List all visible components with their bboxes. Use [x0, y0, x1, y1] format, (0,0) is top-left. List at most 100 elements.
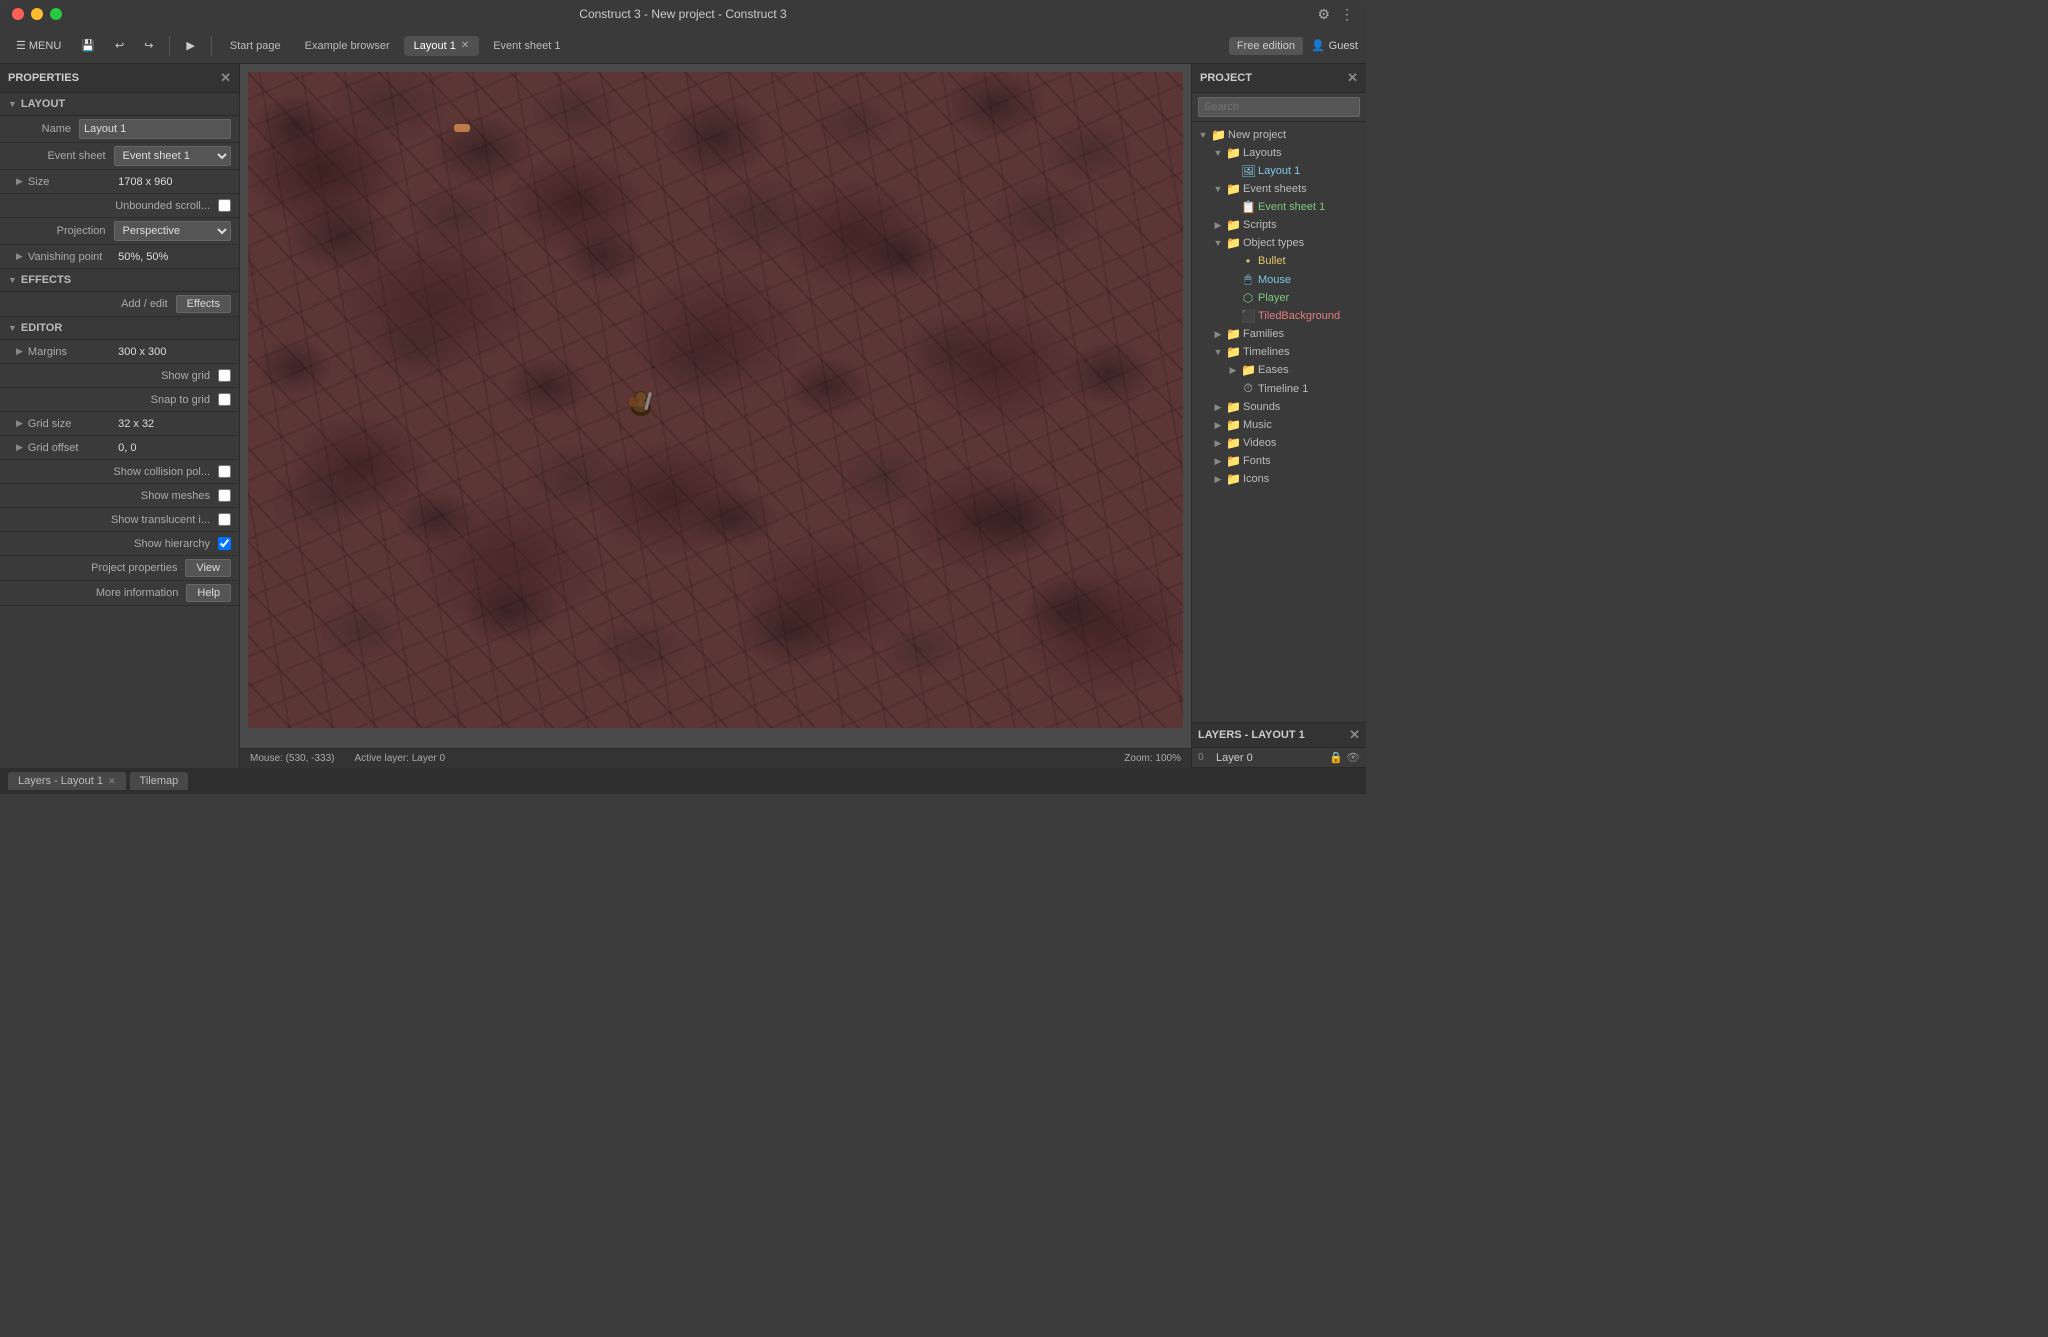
vanishing-expand-icon[interactable]: ▶: [16, 251, 23, 262]
effects-section-header[interactable]: ▼ EFFECTS: [0, 269, 239, 292]
prop-more-info-row: More information Help: [0, 581, 239, 606]
tree-item-tiled-background[interactable]: ⬛ TiledBackground: [1192, 307, 1366, 325]
tree-item-layouts[interactable]: ▼ 📁 Layouts: [1192, 144, 1366, 162]
redo-button[interactable]: ↪: [136, 36, 161, 55]
unbounded-scroll-checkbox[interactable]: [218, 199, 231, 212]
tree-item-scripts[interactable]: ▶ 📁 Scripts: [1192, 216, 1366, 234]
tab-start-page[interactable]: Start page: [220, 36, 291, 56]
undo-button[interactable]: ↩: [107, 36, 132, 55]
tree-item-timelines[interactable]: ▼ 📁 Timelines: [1192, 343, 1366, 361]
properties-close-icon[interactable]: ✕: [220, 70, 231, 86]
bullet-icon: •: [1241, 254, 1255, 268]
tree-item-event-sheets[interactable]: ▼ 📁 Event sheets: [1192, 180, 1366, 198]
tree-item-videos[interactable]: ▶ 📁 Videos: [1192, 434, 1366, 452]
layers-panel: LAYERS - LAYOUT 1 ✕ 0 Layer 0 🔒 👁: [1192, 722, 1366, 768]
maximize-button[interactable]: [50, 8, 62, 20]
prop-unbounded-row: Unbounded scroll...: [0, 194, 239, 218]
name-input[interactable]: [79, 119, 231, 139]
margins-expand-icon[interactable]: ▶: [16, 346, 23, 357]
tab-event-sheet-1[interactable]: Event sheet 1: [483, 36, 570, 56]
folder-icon: 📁: [1226, 345, 1240, 359]
tab-example-browser[interactable]: Example browser: [295, 36, 400, 56]
chevron-right-icon: ▶: [1228, 365, 1238, 376]
grid-size-expand-icon[interactable]: ▶: [16, 418, 23, 429]
play-button[interactable]: ▶: [178, 36, 202, 55]
tree-item-player[interactable]: ⬡ Player: [1192, 289, 1366, 307]
layout-section-header[interactable]: ▼ LAYOUT: [0, 93, 239, 116]
prop-show-translucent-row: Show translucent i...: [0, 508, 239, 532]
folder-icon: 📁: [1226, 454, 1240, 468]
guest-button[interactable]: 👤 Guest: [1311, 39, 1358, 52]
snap-to-grid-checkbox[interactable]: [218, 393, 231, 406]
folder-icon: 📁: [1226, 472, 1240, 486]
tree-item-music[interactable]: ▶ 📁 Music: [1192, 416, 1366, 434]
tree-item-timeline-1[interactable]: ⏱ Timeline 1: [1192, 379, 1366, 398]
close-button[interactable]: [12, 8, 24, 20]
menu-button[interactable]: ☰ MENU: [8, 36, 69, 55]
free-edition-button[interactable]: Free edition: [1229, 37, 1303, 55]
lock-icon[interactable]: 🔒: [1329, 751, 1343, 764]
folder-icon: 📁: [1226, 218, 1240, 232]
tab-layout-1[interactable]: Layout 1 ✕: [404, 36, 480, 56]
show-translucent-checkbox[interactable]: [218, 513, 231, 526]
layers-close-icon[interactable]: ✕: [1349, 727, 1360, 743]
app-bottom-bar: Layers - Layout 1 ✕ Tilemap: [0, 768, 1366, 794]
tree-item-families[interactable]: ▶ 📁 Families: [1192, 325, 1366, 343]
tree-item-bullet[interactable]: • Bullet: [1192, 252, 1366, 270]
tree-item-layout-1[interactable]: 🖼 Layout 1: [1192, 162, 1366, 180]
bottom-tab-close-icon[interactable]: ✕: [108, 776, 116, 787]
mouse-icon: 🖱: [1241, 272, 1255, 287]
prop-margins-row: ▶ Margins 300 x 300: [0, 340, 239, 364]
folder-icon: 📁: [1226, 436, 1240, 450]
show-meshes-checkbox[interactable]: [218, 489, 231, 502]
chevron-right-icon: ▶: [1213, 438, 1223, 449]
folder-icon: 📁: [1226, 146, 1240, 160]
tree-item-object-types[interactable]: ▼ 📁 Object types: [1192, 234, 1366, 252]
canvas-statusbar: Mouse: (530, -333) Active layer: Layer 0…: [240, 748, 1191, 768]
search-input[interactable]: [1198, 97, 1360, 117]
projection-select[interactable]: Perspective: [114, 221, 231, 241]
minimize-button[interactable]: [31, 8, 43, 20]
tree-item-mouse[interactable]: 🖱 Mouse: [1192, 270, 1366, 289]
settings-icon[interactable]: ⚙: [1317, 6, 1330, 23]
size-expand-icon[interactable]: ▶: [16, 176, 23, 187]
layer-row[interactable]: 0 Layer 0 🔒 👁: [1192, 748, 1366, 768]
tree-item-new-project[interactable]: ▼ 📁 New project: [1192, 126, 1366, 144]
chevron-down-icon: ▼: [1213, 347, 1223, 357]
more-icon[interactable]: ⋮: [1340, 6, 1354, 23]
show-hierarchy-checkbox[interactable]: [218, 537, 231, 550]
prop-effects-row: Add / edit Effects: [0, 292, 239, 317]
folder-icon: 📁: [1241, 363, 1255, 377]
editor-section-header[interactable]: ▼ EDITOR: [0, 317, 239, 340]
chevron-right-icon: ▶: [1213, 329, 1223, 340]
tree-item-eases[interactable]: ▶ 📁 Eases: [1192, 361, 1366, 379]
project-close-icon[interactable]: ✕: [1347, 70, 1358, 86]
layout-icon: 🖼: [1241, 164, 1255, 178]
tree-item-event-sheet-1[interactable]: 📋 Event sheet 1: [1192, 198, 1366, 216]
tab-close-icon[interactable]: ✕: [461, 40, 469, 51]
show-grid-checkbox[interactable]: [218, 369, 231, 382]
toolbar: ☰ MENU 💾 ↩ ↪ ▶ Start page Example browse…: [0, 28, 1366, 64]
prop-show-collision-row: Show collision pol...: [0, 460, 239, 484]
grid-size-label: ▶ Grid size: [16, 418, 118, 430]
prop-projection-row: Projection Perspective: [0, 218, 239, 245]
show-collision-checkbox[interactable]: [218, 465, 231, 478]
help-button[interactable]: Help: [186, 584, 231, 602]
tree-item-fonts[interactable]: ▶ 📁 Fonts: [1192, 452, 1366, 470]
prop-show-grid-row: Show grid: [0, 364, 239, 388]
view-properties-button[interactable]: View: [185, 559, 231, 577]
effects-button[interactable]: Effects: [176, 295, 231, 313]
tree-item-icons[interactable]: ▶ 📁 Icons: [1192, 470, 1366, 488]
layout-canvas[interactable]: [248, 72, 1183, 728]
eye-icon[interactable]: 👁: [1346, 751, 1360, 764]
event-sheet-icon: 📋: [1241, 200, 1255, 214]
save-button[interactable]: 💾: [73, 36, 103, 55]
event-sheet-select[interactable]: Event sheet 1: [114, 146, 231, 166]
tree-item-sounds[interactable]: ▶ 📁 Sounds: [1192, 398, 1366, 416]
canvas-container[interactable]: [240, 64, 1191, 748]
bottom-tab-tilemap[interactable]: Tilemap: [130, 772, 189, 790]
chevron-down-icon: ▼: [1198, 130, 1208, 140]
timeline-icon: ⏱: [1241, 381, 1255, 396]
bottom-tab-layers[interactable]: Layers - Layout 1 ✕: [8, 772, 126, 790]
grid-offset-expand-icon[interactable]: ▶: [16, 442, 23, 453]
